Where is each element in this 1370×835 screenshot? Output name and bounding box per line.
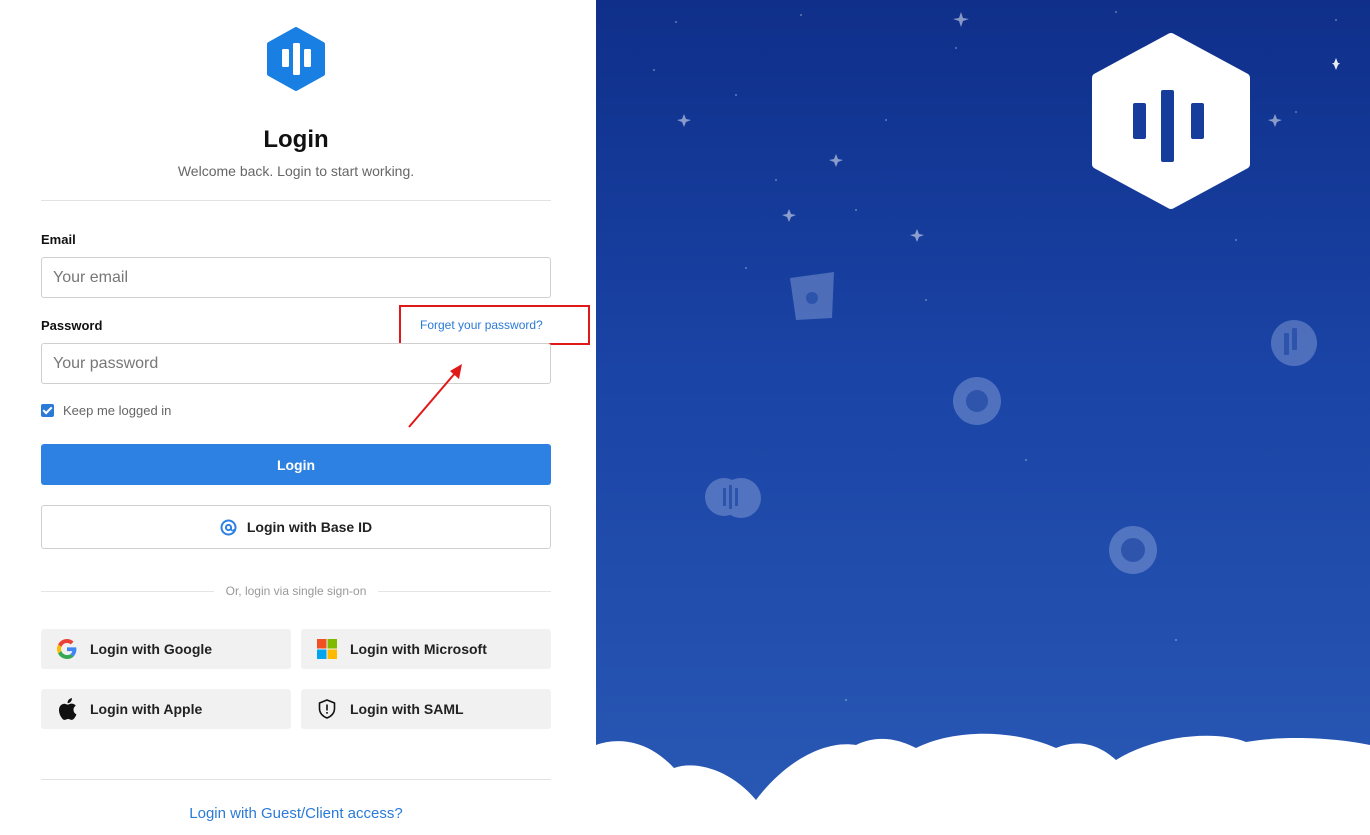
- password-field[interactable]: [41, 343, 551, 384]
- microsoft-icon: [316, 638, 338, 660]
- night-sky-illustration: [596, 11, 1370, 835]
- keep-logged-in-label: Keep me logged in: [63, 403, 172, 418]
- divider: [41, 779, 551, 780]
- microsoft-login-button[interactable]: Login with Microsoft: [301, 629, 551, 669]
- google-icon: [56, 638, 78, 660]
- keep-logged-in[interactable]: Keep me logged in: [41, 403, 171, 418]
- saml-login-button[interactable]: Login with SAML: [301, 689, 551, 729]
- apple-login-label: Login with Apple: [90, 701, 203, 717]
- saml-login-label: Login with SAML: [350, 701, 464, 717]
- page-title: Login: [263, 126, 329, 153]
- apple-login-button[interactable]: Login with Apple: [41, 689, 291, 729]
- forgot-password-link[interactable]: Forget your password?: [420, 318, 543, 332]
- keep-logged-in-checkbox[interactable]: [41, 404, 54, 417]
- google-login-label: Login with Google: [90, 641, 213, 657]
- email-field[interactable]: [41, 257, 551, 298]
- login-button[interactable]: Login: [41, 444, 551, 485]
- guest-access-link[interactable]: Login with Guest/Client access?: [0, 805, 592, 822]
- sso-divider-text: Or, login via single sign-on: [225, 584, 367, 598]
- sso-divider: Or, login via single sign-on: [41, 584, 551, 598]
- app-logo-icon: [267, 27, 325, 91]
- base-id-login-label: Login with Base ID: [246, 519, 373, 535]
- microsoft-login-label: Login with Microsoft: [350, 641, 487, 657]
- password-label: Password: [41, 318, 103, 333]
- login-panel: Login Welcome back. Login to start worki…: [0, 0, 596, 835]
- page-subtitle: Welcome back. Login to start working.: [177, 163, 415, 179]
- google-login-button[interactable]: Login with Google: [41, 629, 291, 669]
- base-id-icon: [220, 519, 237, 535]
- annotation-arrow-icon: [408, 364, 462, 428]
- divider: [41, 200, 551, 201]
- decorative-panel: [596, 0, 1370, 835]
- shield-icon: [316, 698, 338, 720]
- base-id-login-button[interactable]: Login with Base ID: [41, 505, 551, 549]
- email-label: Email: [41, 232, 76, 247]
- apple-icon: [56, 698, 78, 720]
